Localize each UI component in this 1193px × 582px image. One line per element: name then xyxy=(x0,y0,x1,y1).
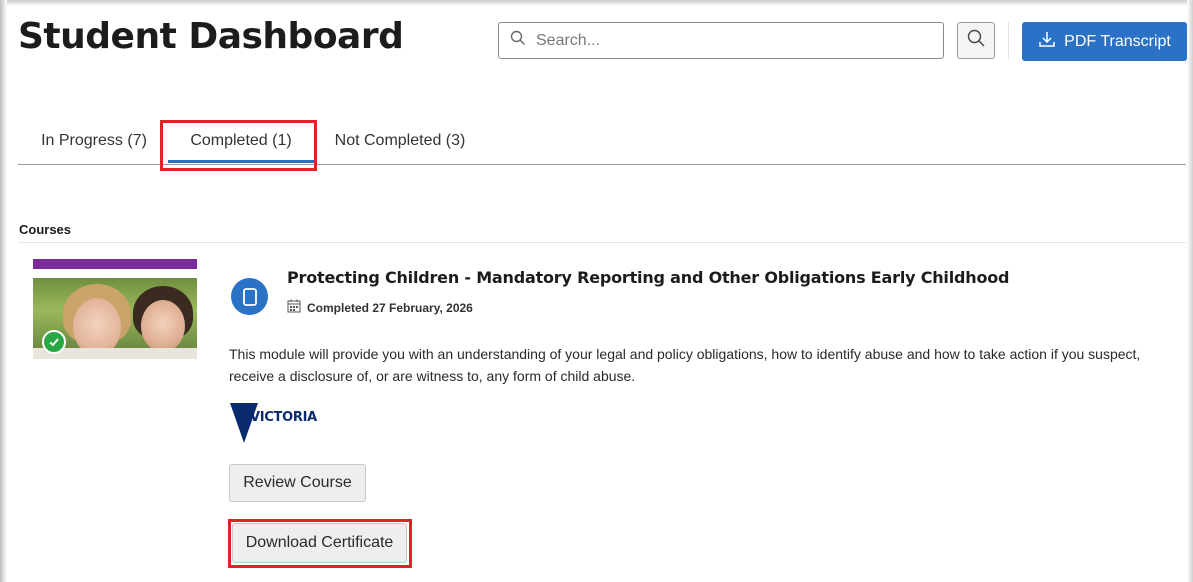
window-frame-right xyxy=(1187,0,1193,582)
course-title[interactable]: Protecting Children - Mandatory Reportin… xyxy=(287,268,1009,287)
header-divider xyxy=(1008,22,1009,59)
highlight-box-download-certificate xyxy=(228,519,412,568)
pdf-transcript-button[interactable]: PDF Transcript xyxy=(1022,22,1187,61)
pdf-transcript-label: PDF Transcript xyxy=(1064,32,1171,50)
completed-check-icon xyxy=(42,330,66,354)
completion-date: Completed 27 February, 2026 xyxy=(307,300,473,315)
section-divider xyxy=(18,242,1186,243)
section-heading: Courses xyxy=(19,222,72,237)
window-frame-top xyxy=(0,0,1193,6)
search-field[interactable] xyxy=(498,22,944,59)
page-title: Student Dashboard xyxy=(18,16,404,57)
search-button[interactable] xyxy=(957,22,995,59)
review-course-button[interactable]: Review Course xyxy=(229,464,366,502)
victoria-logo-text: VICTORIA xyxy=(250,410,317,425)
category-color-bar xyxy=(33,259,197,269)
calendar-icon xyxy=(287,299,301,316)
course-document-icon xyxy=(231,278,268,315)
completion-date-row: Completed 27 February, 2026 xyxy=(287,299,473,316)
download-icon xyxy=(1038,30,1056,53)
search-icon xyxy=(967,29,985,52)
search-input[interactable] xyxy=(534,30,918,51)
tab-in-progress[interactable]: In Progress (7) xyxy=(38,118,150,163)
highlight-box-completed-tab xyxy=(160,120,317,171)
course-description: This module will provide you with an und… xyxy=(229,346,1141,384)
tab-not-completed[interactable]: Not Completed (3) xyxy=(330,118,470,163)
window-frame-left xyxy=(0,0,7,582)
search-icon xyxy=(510,30,526,51)
